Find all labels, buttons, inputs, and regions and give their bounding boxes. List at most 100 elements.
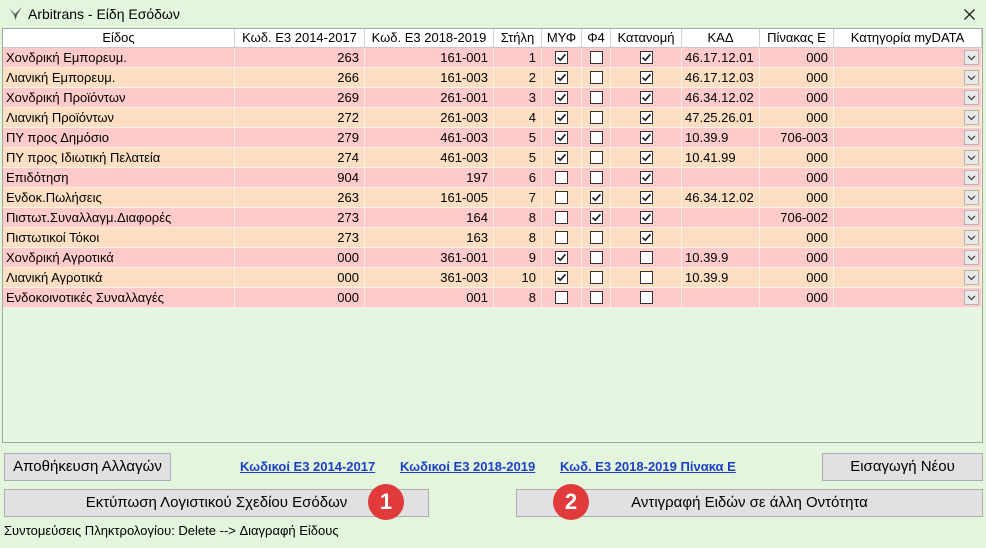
cell-column[interactable]: 1 (494, 48, 542, 68)
cell-table-e[interactable]: 000 (760, 88, 834, 108)
myf-checkbox[interactable] (555, 251, 568, 265)
cell-mydata-category[interactable] (834, 228, 982, 248)
cell-column[interactable]: 7 (494, 188, 542, 208)
cell-e3-2018-code[interactable]: 461-003 (365, 148, 494, 168)
cell-column[interactable]: 3 (494, 88, 542, 108)
column-header-table-e[interactable]: Πίνακας Ε (760, 29, 834, 48)
allocation-checkbox[interactable] (639, 231, 653, 245)
f4-checkbox[interactable] (589, 291, 603, 305)
cell-item-name[interactable]: Χονδρική Αγροτικά (3, 248, 235, 268)
table-row[interactable]: Επιδότηση 904 197 6 000 (3, 168, 982, 188)
column-header-column[interactable]: Στήλη (494, 29, 542, 48)
cell-item-name[interactable]: ΠΥ προς Ιδιωτική Πελατεία (3, 148, 235, 168)
cell-e3-2014-code[interactable]: 269 (235, 88, 365, 108)
cell-item-name[interactable]: Λιανική Αγροτικά (3, 268, 235, 288)
f4-checkbox[interactable] (589, 51, 603, 65)
allocation-checkbox[interactable] (639, 171, 653, 185)
f4-checkbox[interactable] (589, 131, 603, 145)
allocation-checkbox[interactable] (639, 211, 653, 225)
cell-e3-2018-code[interactable]: 163 (365, 228, 494, 248)
cell-e3-2018-code[interactable]: 197 (365, 168, 494, 188)
myf-checkbox[interactable] (555, 231, 568, 245)
cell-column[interactable]: 6 (494, 168, 542, 188)
income-types-grid[interactable]: Είδος Κωδ. Ε3 2014-2017 Κωδ. Ε3 2018-201… (2, 28, 983, 443)
cell-kad[interactable]: 10.39.9 (682, 268, 760, 288)
f4-checkbox[interactable] (589, 71, 603, 85)
cell-table-e[interactable]: 000 (760, 268, 834, 288)
e3-2018-codes-link[interactable]: Κωδικοί Ε3 2018-2019 (400, 459, 535, 475)
cell-item-name[interactable]: Ενδοκ.Πωλήσεις (3, 188, 235, 208)
cell-e3-2018-code[interactable]: 161-001 (365, 48, 494, 68)
mydata-category-dropdown[interactable] (964, 230, 979, 245)
cell-kad[interactable] (682, 228, 760, 248)
cell-table-e[interactable]: 000 (760, 68, 834, 88)
cell-column[interactable]: 8 (494, 288, 542, 308)
cell-column[interactable]: 5 (494, 148, 542, 168)
mydata-category-dropdown[interactable] (964, 90, 979, 105)
mydata-category-dropdown[interactable] (964, 50, 979, 65)
insert-new-button[interactable]: Εισαγωγή Νέου (822, 453, 983, 481)
table-row[interactable]: Χονδρική Προϊόντων 269 261-001 3 46.34.12.02… (3, 88, 982, 108)
print-chart-of-accounts-button[interactable]: Εκτύπωση Λογιστικού Σχεδίου Εσόδων (4, 489, 429, 517)
cell-mydata-category[interactable] (834, 128, 982, 148)
cell-e3-2018-code[interactable]: 261-001 (365, 88, 494, 108)
cell-e3-2014-code[interactable]: 000 (235, 268, 365, 288)
cell-column[interactable]: 10 (494, 268, 542, 288)
allocation-checkbox[interactable] (639, 91, 653, 105)
mydata-category-dropdown[interactable] (964, 270, 979, 285)
column-header-myf[interactable]: ΜΥΦ (542, 29, 582, 48)
cell-kad[interactable]: 10.41.99 (682, 148, 760, 168)
cell-kad[interactable] (682, 288, 760, 308)
table-row[interactable]: Πιστωτ.Συναλλαγμ.Διαφορές 273 164 8 706-002 (3, 208, 982, 228)
cell-item-name[interactable]: ΠΥ προς Δημόσιο (3, 128, 235, 148)
myf-checkbox[interactable] (555, 151, 568, 165)
mydata-category-dropdown[interactable] (964, 110, 979, 125)
allocation-checkbox[interactable] (639, 111, 653, 125)
table-row[interactable]: Ενδοκ.Πωλήσεις 263 161-005 7 46.34.12.02 000 (3, 188, 982, 208)
cell-e3-2018-code[interactable]: 161-003 (365, 68, 494, 88)
cell-e3-2018-code[interactable]: 361-001 (365, 248, 494, 268)
table-row[interactable]: Λιανική Εμπορευμ. 266 161-003 2 46.17.12.03 0… (3, 68, 982, 88)
column-header-e3-2014[interactable]: Κωδ. Ε3 2014-2017 (235, 29, 365, 48)
cell-mydata-category[interactable] (834, 288, 982, 308)
column-header-allocation[interactable]: Κατανομή (611, 29, 682, 48)
f4-checkbox[interactable] (589, 191, 603, 205)
f4-checkbox[interactable] (589, 271, 603, 285)
myf-checkbox[interactable] (555, 211, 568, 225)
myf-checkbox[interactable] (555, 111, 568, 125)
cell-e3-2014-code[interactable]: 263 (235, 48, 365, 68)
cell-e3-2014-code[interactable]: 273 (235, 228, 365, 248)
column-header-kad[interactable]: ΚΑΔ (682, 29, 760, 48)
cell-mydata-category[interactable] (834, 148, 982, 168)
cell-kad[interactable]: 46.34.12.02 (682, 88, 760, 108)
mydata-category-dropdown[interactable] (964, 130, 979, 145)
cell-e3-2014-code[interactable]: 000 (235, 248, 365, 268)
cell-e3-2018-code[interactable]: 001 (365, 288, 494, 308)
myf-checkbox[interactable] (555, 271, 568, 285)
cell-column[interactable]: 2 (494, 68, 542, 88)
table-row[interactable]: Λιανική Αγροτικά 000 361-003 10 10.39.9 000 (3, 268, 982, 288)
allocation-checkbox[interactable] (639, 271, 653, 285)
cell-item-name[interactable]: Επιδότηση (3, 168, 235, 188)
cell-table-e[interactable]: 000 (760, 168, 834, 188)
cell-kad[interactable]: 47.25.26.01 (682, 108, 760, 128)
cell-item-name[interactable]: Χονδρική Εμπορευμ. (3, 48, 235, 68)
myf-checkbox[interactable] (555, 191, 568, 205)
table-row[interactable]: Πιστωτικοί Τόκοι 273 163 8 000 (3, 228, 982, 248)
cell-table-e[interactable]: 000 (760, 248, 834, 268)
mydata-category-dropdown[interactable] (964, 170, 979, 185)
cell-kad[interactable]: 10.39.9 (682, 128, 760, 148)
cell-e3-2014-code[interactable]: 266 (235, 68, 365, 88)
allocation-checkbox[interactable] (639, 51, 653, 65)
cell-table-e[interactable]: 000 (760, 288, 834, 308)
cell-e3-2018-code[interactable]: 164 (365, 208, 494, 228)
mydata-category-dropdown[interactable] (964, 70, 979, 85)
f4-checkbox[interactable] (589, 151, 603, 165)
cell-e3-2014-code[interactable]: 272 (235, 108, 365, 128)
cell-e3-2014-code[interactable]: 000 (235, 288, 365, 308)
table-row[interactable]: Λιανική Προϊόντων 272 261-003 4 47.25.26.01 0… (3, 108, 982, 128)
cell-table-e[interactable]: 000 (760, 228, 834, 248)
myf-checkbox[interactable] (555, 131, 568, 145)
myf-checkbox[interactable] (555, 91, 568, 105)
myf-checkbox[interactable] (555, 291, 568, 305)
